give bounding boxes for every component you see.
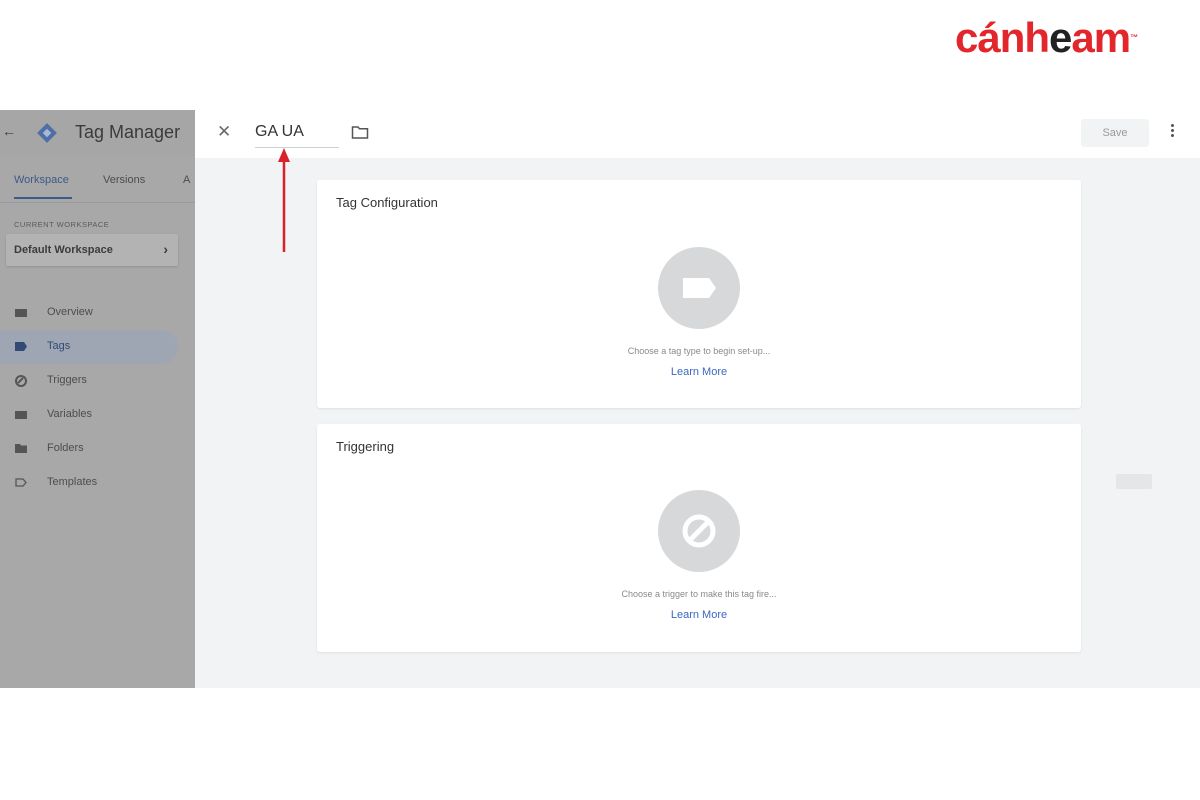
close-icon[interactable]: ✕ <box>217 122 231 142</box>
card-title: Tag Configuration <box>336 195 438 210</box>
sidebar-item-triggers[interactable]: Triggers <box>0 364 195 398</box>
card-title: Triggering <box>336 439 395 454</box>
page: cánheam™ ← Tag Manager Workspace Version… <box>0 0 1200 800</box>
folder-icon[interactable] <box>351 124 369 140</box>
sidebar-divider <box>0 202 195 203</box>
sidebar-item-label: Overview <box>47 306 93 318</box>
tag-editor: ✕ GA UA Save Tag Configuration Choose a … <box>195 110 1200 688</box>
sidebar-nav: Overview Tags Triggers Variables Folders <box>0 296 195 500</box>
learn-more-link[interactable]: Learn More <box>317 366 1081 378</box>
tag-manager-screenshot: ← Tag Manager Workspace Versions A CURRE… <box>0 110 1200 688</box>
tag-type-placeholder[interactable] <box>658 247 740 329</box>
trigger-icon <box>15 375 27 387</box>
more-vert-icon[interactable] <box>1167 122 1177 142</box>
chevron-right-icon: › <box>163 241 168 257</box>
tag-icon <box>15 342 27 351</box>
sidebar-item-label: Tags <box>47 340 71 352</box>
tag-manager-logo-icon <box>37 123 57 143</box>
tab-admin-partial[interactable]: A <box>183 174 190 186</box>
tag-name-input[interactable]: GA UA <box>255 123 304 141</box>
variables-icon <box>15 411 27 419</box>
app-title: Tag Manager <box>75 122 181 142</box>
active-tab-indicator <box>14 197 72 199</box>
sidebar-item-templates[interactable]: Templates <box>0 466 195 500</box>
sidebar-item-label: Triggers <box>47 374 87 386</box>
save-button[interactable]: Save <box>1081 119 1149 147</box>
brand-logo: cánheam™ <box>955 14 1138 61</box>
tag-configuration-card[interactable]: Tag Configuration Choose a tag type to b… <box>317 180 1081 408</box>
side-chip <box>1116 474 1152 489</box>
sidebar-item-tags[interactable]: Tags <box>0 330 178 364</box>
tab-versions[interactable]: Versions <box>103 174 145 186</box>
sidebar-item-label: Variables <box>47 408 93 420</box>
sidebar-item-overview[interactable]: Overview <box>0 296 195 330</box>
sidebar-item-label: Templates <box>47 476 98 488</box>
sidebar-item-variables[interactable]: Variables <box>0 398 195 432</box>
sidebar-header: ← Tag Manager <box>0 110 195 156</box>
tag-name-underline <box>255 147 339 148</box>
tab-workspace[interactable]: Workspace <box>14 174 69 186</box>
sidebar: ← Tag Manager Workspace Versions A CURRE… <box>0 110 195 688</box>
sidebar-tabs: Workspace Versions A <box>0 170 195 202</box>
overview-icon <box>15 309 27 317</box>
tag-icon <box>683 278 716 298</box>
template-icon <box>15 478 27 487</box>
trigger-placeholder[interactable] <box>658 490 740 572</box>
red-arrow-annotation <box>278 148 290 252</box>
sidebar-item-label: Folders <box>47 442 84 454</box>
triggering-card[interactable]: Triggering Choose a trigger to make this… <box>317 424 1081 652</box>
learn-more-link[interactable]: Learn More <box>317 609 1081 621</box>
workspace-name: Default Workspace <box>14 244 113 256</box>
folder-icon <box>15 444 27 453</box>
trigger-icon <box>682 514 716 548</box>
workspace-selector[interactable]: Default Workspace › <box>6 234 178 266</box>
sidebar-item-folders[interactable]: Folders <box>0 432 195 466</box>
back-arrow-icon[interactable]: ← <box>2 123 16 139</box>
editor-header: ✕ GA UA Save <box>195 110 1200 158</box>
tag-type-hint: Choose a tag type to begin set-up... <box>627 346 771 356</box>
current-workspace-label: CURRENT WORKSPACE <box>14 220 110 229</box>
trigger-hint: Choose a trigger to make this tag fire..… <box>621 589 777 599</box>
